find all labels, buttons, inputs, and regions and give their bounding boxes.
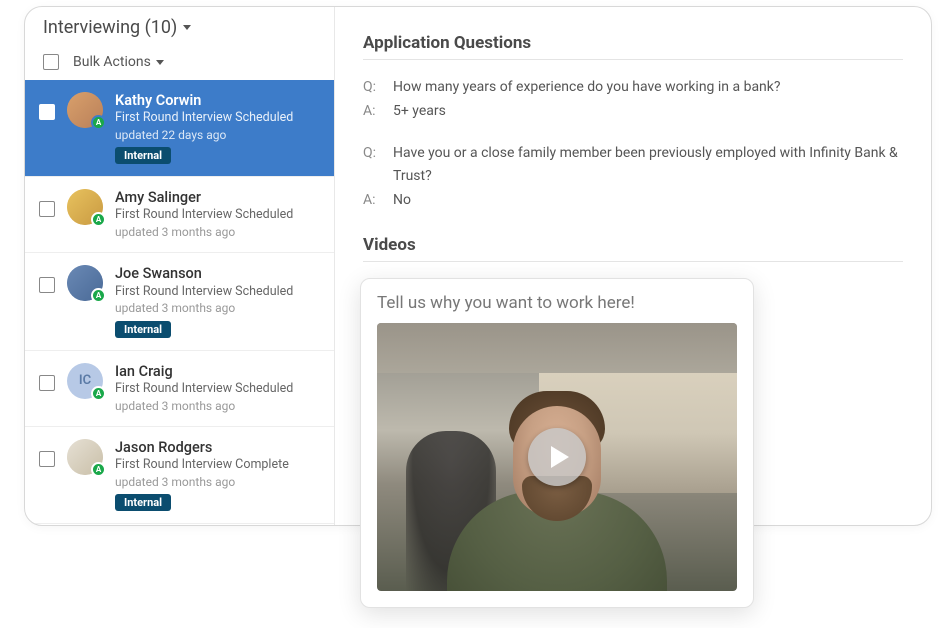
application-questions-title: Application Questions	[363, 33, 903, 60]
candidate-name: Ian Craig	[115, 363, 320, 381]
video-prompt: Tell us why you want to work here!	[377, 293, 737, 313]
candidate-info: Amy SalingerFirst Round Interview Schedu…	[115, 189, 320, 240]
avatar: ICA	[67, 363, 103, 399]
candidate-list[interactable]: AKathy CorwinFirst Round Interview Sched…	[25, 80, 334, 525]
internal-badge: Internal	[115, 147, 171, 164]
candidate-row[interactable]: AZachary DarwinFirst Round Interview Sch…	[25, 523, 334, 525]
candidate-status: First Round Interview Scheduled	[115, 284, 320, 301]
candidate-checkbox[interactable]	[39, 201, 55, 217]
candidate-updated: updated 3 months ago	[115, 474, 320, 490]
answer-prefix: A:	[363, 100, 381, 124]
caret-down-icon	[156, 60, 164, 65]
availability-badge-icon: A	[91, 288, 106, 303]
availability-badge-icon: A	[91, 462, 106, 477]
candidate-row[interactable]: A Joe SwansonFirst Round Interview Schedu…	[25, 252, 334, 349]
candidate-updated: updated 3 months ago	[115, 300, 320, 316]
candidate-checkbox[interactable]	[39, 375, 55, 391]
candidate-checkbox[interactable]	[39, 451, 55, 467]
availability-badge-icon: A	[91, 115, 106, 130]
caret-down-icon	[183, 25, 191, 30]
candidate-row[interactable]: A Jason RodgersFirst Round Interview Comp…	[25, 426, 334, 523]
availability-badge-icon: A	[91, 386, 106, 401]
candidate-status: First Round Interview Scheduled	[115, 110, 320, 127]
sidebar-header: Interviewing (10)	[25, 7, 334, 44]
avatar: A	[67, 189, 103, 225]
internal-badge: Internal	[115, 494, 171, 511]
candidate-updated: updated 3 months ago	[115, 224, 320, 240]
video-panel: Tell us why you want to work here!	[360, 278, 754, 608]
video-thumbnail[interactable]	[377, 323, 737, 591]
candidate-row[interactable]: A Kathy CorwinFirst Round Interview Sched…	[25, 80, 334, 176]
candidate-name: Jason Rodgers	[115, 439, 320, 457]
avatar: A	[67, 265, 103, 301]
play-button-icon[interactable]	[528, 428, 586, 486]
answer-prefix: A:	[363, 189, 381, 213]
candidate-info: Jason RodgersFirst Round Interview Compl…	[115, 439, 320, 511]
candidate-row[interactable]: A Amy SalingerFirst Round Interview Sched…	[25, 176, 334, 252]
bulk-actions-dropdown[interactable]: Bulk Actions	[73, 54, 164, 70]
availability-badge-icon: A	[91, 212, 106, 227]
qa-block: Q: How many years of experience do you ha…	[363, 76, 903, 124]
candidate-checkbox[interactable]	[39, 104, 55, 120]
videos-title: Videos	[363, 235, 903, 262]
candidate-updated: updated 3 months ago	[115, 398, 320, 414]
stage-dropdown[interactable]: Interviewing (10)	[43, 17, 316, 38]
qa-container: Q: How many years of experience do you ha…	[363, 76, 903, 213]
candidate-status: First Round Interview Scheduled	[115, 381, 320, 398]
candidate-sidebar: Interviewing (10) Bulk Actions A Kathy Co…	[25, 7, 335, 525]
bulk-actions-label: Bulk Actions	[73, 54, 151, 70]
candidate-info: Ian CraigFirst Round Interview Scheduled…	[115, 363, 320, 414]
candidate-name: Kathy Corwin	[115, 92, 320, 110]
qa-block: Q:Have you or a close family member been…	[363, 142, 903, 213]
candidate-info: Joe SwansonFirst Round Interview Schedul…	[115, 265, 320, 337]
avatar: A	[67, 439, 103, 475]
avatar: A	[67, 92, 103, 128]
question-text: Have you or a close family member been p…	[393, 142, 903, 190]
internal-badge: Internal	[115, 321, 171, 338]
candidate-checkbox[interactable]	[39, 277, 55, 293]
answer-text: 5+ years	[393, 100, 446, 124]
candidate-row[interactable]: ICA Ian CraigFirst Round Interview Schedu…	[25, 350, 334, 426]
candidate-status: First Round Interview Complete	[115, 457, 320, 474]
stage-label: Interviewing (10)	[43, 17, 177, 38]
candidate-name: Amy Salinger	[115, 189, 320, 207]
candidate-info: Kathy CorwinFirst Round Interview Schedu…	[115, 92, 320, 164]
candidate-updated: updated 22 days ago	[115, 127, 320, 143]
candidate-status: First Round Interview Scheduled	[115, 207, 320, 224]
answer-text: No	[393, 189, 411, 213]
question-prefix: Q:	[363, 76, 381, 100]
select-all-checkbox[interactable]	[43, 54, 59, 70]
bulk-actions-row: Bulk Actions	[25, 44, 334, 80]
question-text: How many years of experience do you have…	[393, 76, 781, 100]
candidate-name: Joe Swanson	[115, 265, 320, 283]
question-prefix: Q:	[363, 142, 381, 190]
